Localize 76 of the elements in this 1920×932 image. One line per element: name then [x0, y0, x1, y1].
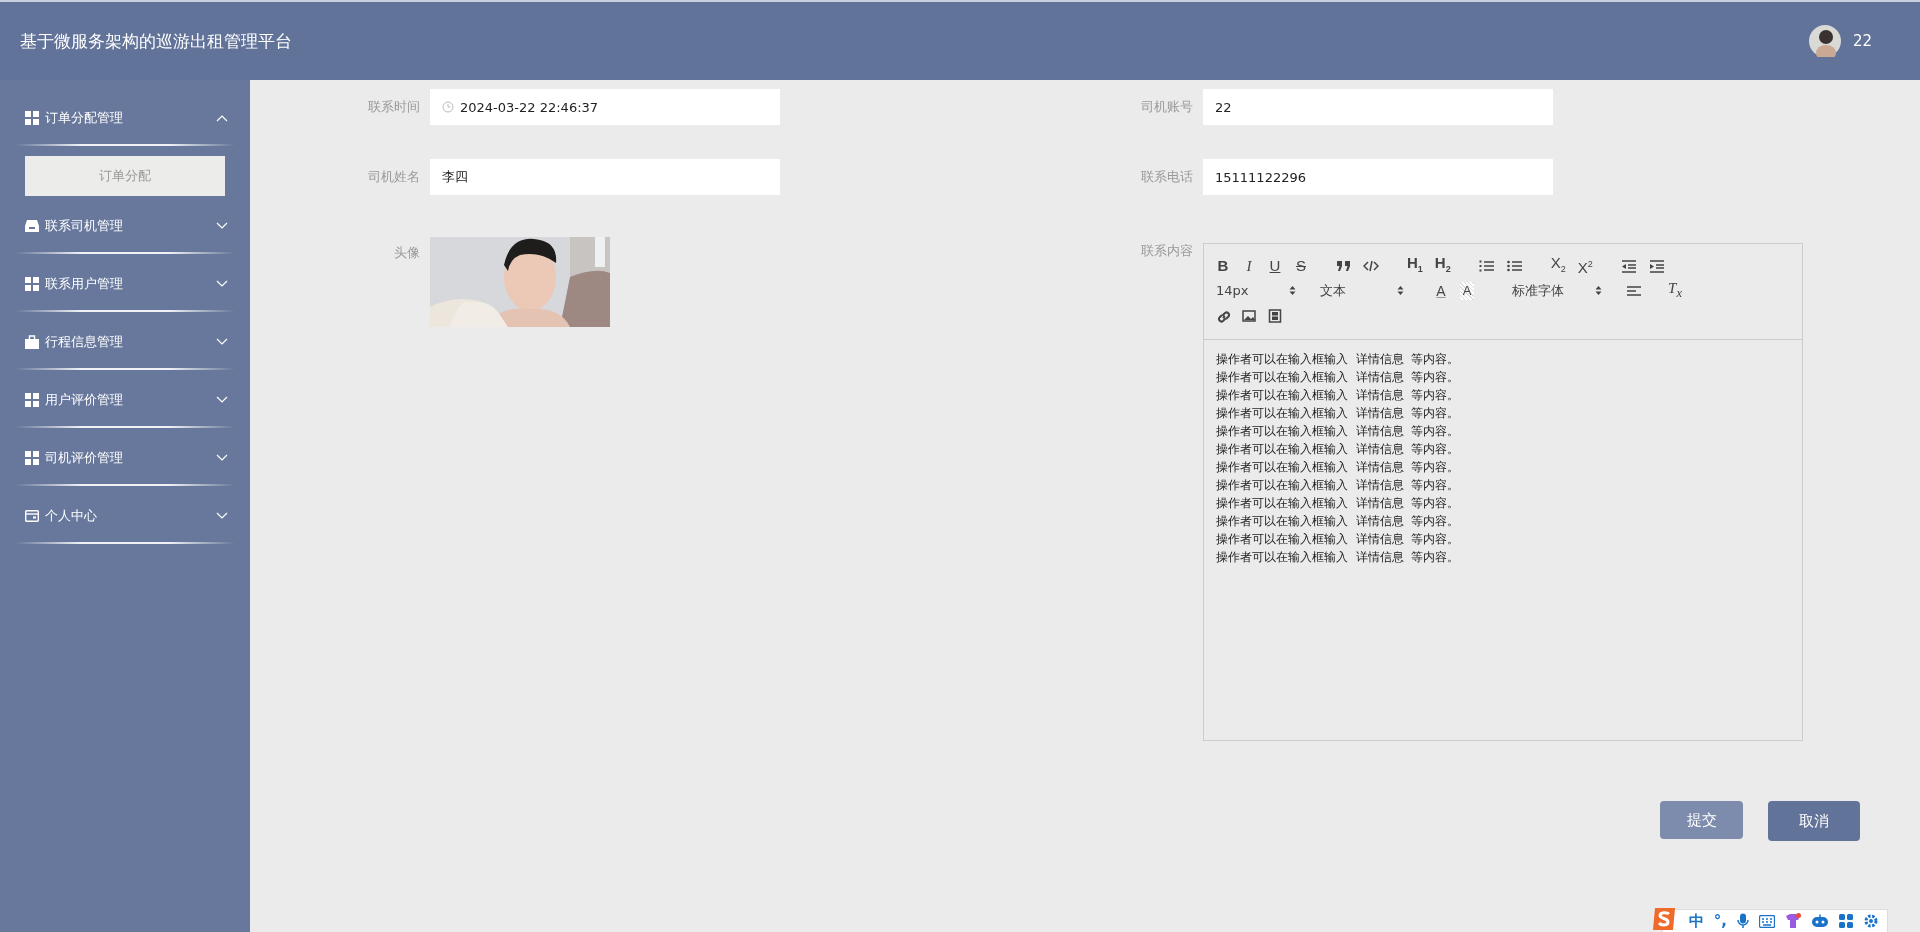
editor-text-line: 操作者可以在输入框输入 详情信息 等内容。 [1216, 513, 1461, 530]
menu-item[interactable]: 联系司机管理 [0, 206, 250, 246]
input-field[interactable]: 15111122296 [1203, 159, 1553, 195]
user-name[interactable]: 22 [1852, 32, 1872, 50]
menu-item[interactable]: 联系用户管理 [0, 264, 250, 304]
editor-text-line: 操作者可以在输入框输入 详情信息 等内容。 [1216, 387, 1461, 404]
sort-arrows-icon [1397, 285, 1404, 296]
clear-format-button[interactable]: T$_{x}$ [1668, 279, 1682, 302]
heading-button[interactable]: H$_{2}$ [1434, 253, 1451, 278]
cancel-button[interactable]: 取消 [1768, 801, 1860, 841]
avatar-icon[interactable] [1808, 25, 1841, 57]
quote-icon[interactable] [1336, 258, 1351, 273]
punctuation-toggle[interactable]: °, [1713, 912, 1727, 930]
select-dropdown[interactable]: 标准字体 [1512, 281, 1602, 300]
bold-button[interactable]: B [1216, 256, 1230, 275]
input-field[interactable]: 22 [1203, 89, 1553, 125]
menu-item[interactable]: 订单分配管理 [0, 98, 250, 138]
robot-icon[interactable] [1811, 914, 1829, 928]
card-icon [25, 509, 39, 523]
field-label: 头像 [393, 244, 420, 262]
shirt-icon[interactable] [1785, 913, 1801, 929]
indent-icon[interactable] [1648, 258, 1665, 273]
editor-text-line: 操作者可以在输入框输入 详情信息 等内容。 [1216, 369, 1461, 386]
field-label: 司机姓名 [367, 168, 420, 186]
field-label: 联系电话 [1140, 168, 1193, 186]
numbered-list-icon[interactable] [1478, 258, 1495, 273]
clock-icon [442, 101, 454, 113]
font-color-button[interactable]: A [1434, 281, 1448, 300]
editor-text-line: 操作者可以在输入框输入 详情信息 等内容。 [1216, 351, 1461, 368]
image-icon[interactable] [1242, 308, 1256, 323]
field-label: 联系内容 [1140, 242, 1193, 260]
briefcase-icon [25, 335, 39, 349]
input-field[interactable]: 李四 [430, 159, 780, 195]
code-icon[interactable] [1363, 258, 1379, 273]
date-time-field[interactable]: 2024-03-22 22:46:37 [430, 89, 780, 125]
grid-icon [25, 111, 39, 125]
sort-arrows-icon [1595, 285, 1602, 296]
tray-icon [25, 219, 39, 233]
editor-text-line: 操作者可以在输入框输入 详情信息 等内容。 [1216, 441, 1461, 458]
heading-button[interactable]: H$_{1}$ [1407, 253, 1423, 278]
select-dropdown[interactable]: 14px [1216, 283, 1296, 298]
app-title: 基于微服务架构的巡游出租管理平台 [20, 29, 292, 53]
editor-text-line: 操作者可以在输入框输入 详情信息 等内容。 [1216, 423, 1461, 440]
editor-text-line: 操作者可以在输入框输入 详情信息 等内容。 [1216, 531, 1461, 548]
sort-arrows-icon [1289, 285, 1296, 296]
menu-item[interactable]: 个人中心 [0, 496, 250, 536]
menu-item[interactable]: 用户评价管理 [0, 380, 250, 420]
background-color-button[interactable]: A [1460, 281, 1474, 300]
subscript-button[interactable]: X$_{2}$ [1550, 253, 1566, 278]
menu-item[interactable]: 司机评价管理 [0, 438, 250, 478]
superscript-button[interactable]: X$^{2}$ [1577, 254, 1593, 277]
grid-icon [25, 277, 39, 291]
select-dropdown[interactable]: 文本 [1320, 281, 1404, 300]
outdent-icon[interactable] [1620, 258, 1637, 273]
keyboard-icon[interactable] [1759, 914, 1775, 928]
grid-icon [25, 393, 39, 407]
editor-text-line: 操作者可以在输入框输入 详情信息 等内容。 [1216, 459, 1461, 476]
apps-icon[interactable] [1839, 914, 1853, 928]
italic-button[interactable]: I [1242, 256, 1256, 275]
menu-item[interactable]: 行程信息管理 [0, 322, 250, 362]
link-icon[interactable] [1216, 308, 1230, 323]
video-icon[interactable] [1268, 308, 1282, 323]
strike-button[interactable]: S [1294, 256, 1308, 275]
ime-mode-toggle[interactable]: 中 [1688, 911, 1704, 931]
microphone-icon[interactable] [1737, 913, 1749, 929]
editor-text-line: 操作者可以在输入框输入 详情信息 等内容。 [1216, 495, 1461, 512]
editor-text-line: 操作者可以在输入框输入 详情信息 等内容。 [1216, 549, 1461, 566]
editor-text-line: 操作者可以在输入框输入 详情信息 等内容。 [1216, 477, 1461, 494]
editor-text-line: 操作者可以在输入框输入 详情信息 等内容。 [1216, 405, 1461, 422]
underline-button[interactable]: U [1268, 256, 1282, 275]
bullet-list-icon[interactable] [1506, 258, 1523, 273]
field-label: 司机账号 [1140, 98, 1193, 116]
align-left-icon[interactable] [1626, 283, 1642, 298]
grid-icon [25, 451, 39, 465]
settings-icon[interactable] [1863, 913, 1879, 929]
field-label: 联系时间 [367, 98, 420, 116]
